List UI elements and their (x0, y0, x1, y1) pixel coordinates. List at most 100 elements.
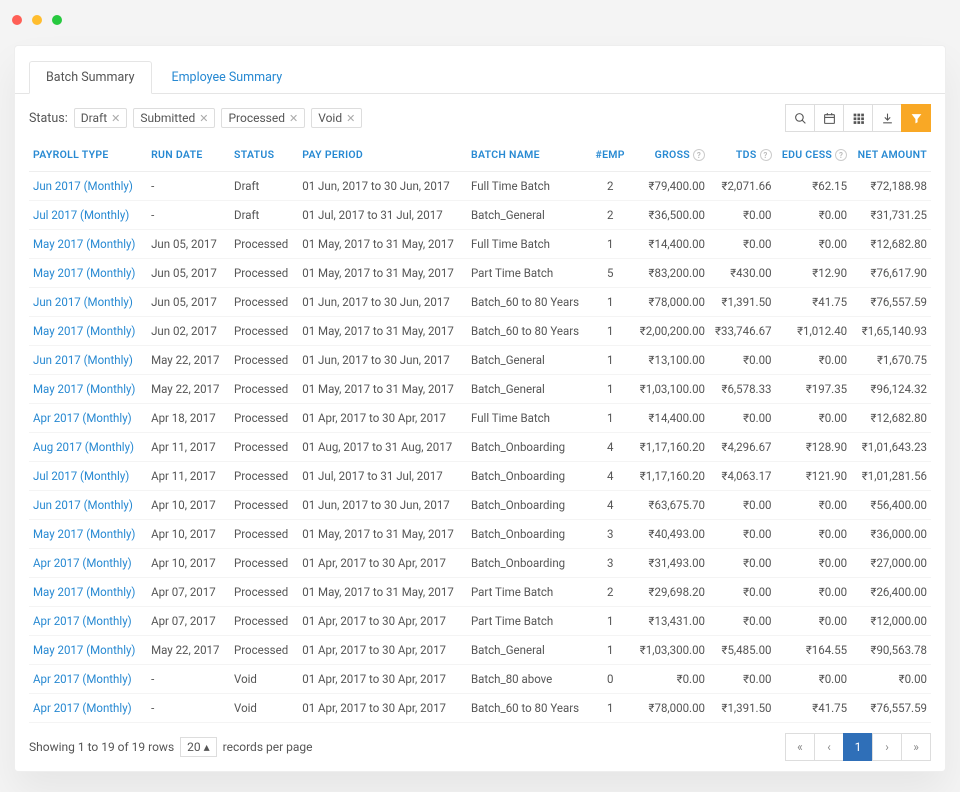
cell-status: Processed (230, 230, 298, 259)
col-batch-name[interactable]: BATCH NAME (467, 138, 591, 172)
help-icon[interactable]: ? (835, 149, 847, 161)
tab-employee-summary[interactable]: Employee Summary (155, 62, 298, 93)
pager-prev[interactable]: ‹ (814, 733, 844, 761)
close-dot[interactable] (12, 15, 22, 25)
cell-gross: ₹14,400.00 (633, 230, 709, 259)
cell-batch-name: Batch_60 to 80 Years (467, 288, 591, 317)
remove-icon[interactable]: ✕ (346, 112, 355, 125)
pager-page-1[interactable]: 1 (843, 733, 873, 761)
payroll-type-link[interactable]: May 2017 (Monthly) (33, 324, 135, 338)
payroll-type-link[interactable]: Apr 2017 (Monthly) (33, 672, 132, 686)
minimize-dot[interactable] (32, 15, 42, 25)
payroll-type-link[interactable]: May 2017 (Monthly) (33, 527, 135, 541)
cell-emp: 4 (591, 462, 634, 491)
cell-run-date: May 22, 2017 (147, 636, 230, 665)
cell-tds: ₹0.00 (709, 346, 776, 375)
export-button[interactable] (872, 104, 902, 132)
pager-last[interactable]: » (901, 733, 931, 761)
payroll-type-link[interactable]: May 2017 (Monthly) (33, 266, 135, 280)
cell-edu-cess: ₹121.90 (776, 462, 852, 491)
payroll-type-link[interactable]: May 2017 (Monthly) (33, 643, 135, 657)
tabs: Batch Summary Employee Summary (15, 46, 945, 94)
cell-edu-cess: ₹0.00 (776, 607, 852, 636)
calendar-icon (823, 112, 836, 125)
status-chip-processed[interactable]: Processed✕ (221, 108, 305, 128)
cell-run-date: Jun 05, 2017 (147, 230, 230, 259)
payroll-type-link[interactable]: Apr 2017 (Monthly) (33, 556, 132, 570)
pager-next[interactable]: › (872, 733, 902, 761)
maximize-dot[interactable] (52, 15, 62, 25)
cell-batch-name: Part Time Batch (467, 607, 591, 636)
payroll-type-link[interactable]: May 2017 (Monthly) (33, 382, 135, 396)
payroll-type-link[interactable]: Apr 2017 (Monthly) (33, 701, 132, 715)
cell-run-date: - (147, 201, 230, 230)
payroll-type-link[interactable]: Aug 2017 (Monthly) (33, 440, 134, 454)
col-tds[interactable]: TDS? (709, 138, 776, 172)
table-row: Jun 2017 (Monthly)Apr 10, 2017Processed0… (29, 491, 931, 520)
col-status[interactable]: STATUS (230, 138, 298, 172)
filter-icon (910, 112, 923, 125)
payroll-type-link[interactable]: Jun 2017 (Monthly) (33, 353, 133, 367)
calendar-button[interactable] (814, 104, 844, 132)
table-row: Apr 2017 (Monthly)Apr 18, 2017Processed0… (29, 404, 931, 433)
payroll-type-link[interactable]: Jul 2017 (Monthly) (33, 469, 129, 483)
page-size-select[interactable]: 20 ▴ (180, 737, 217, 757)
cell-emp: 2 (591, 201, 634, 230)
payroll-type-link[interactable]: Apr 2017 (Monthly) (33, 614, 132, 628)
payroll-type-link[interactable]: Jun 2017 (Monthly) (33, 498, 133, 512)
cell-status: Processed (230, 375, 298, 404)
help-icon[interactable]: ? (693, 149, 705, 161)
tab-batch-summary[interactable]: Batch Summary (29, 61, 152, 94)
cell-emp: 2 (591, 578, 634, 607)
cell-edu-cess: ₹41.75 (776, 288, 852, 317)
table-row: May 2017 (Monthly)Jun 02, 2017Processed0… (29, 317, 931, 346)
payroll-type-link[interactable]: May 2017 (Monthly) (33, 585, 135, 599)
payroll-type-link[interactable]: Jun 2017 (Monthly) (33, 179, 133, 193)
status-chip-void[interactable]: Void✕ (311, 108, 362, 128)
col-net-amount[interactable]: NET AMOUNT (851, 138, 931, 172)
remove-icon[interactable]: ✕ (289, 112, 298, 125)
payroll-type-link[interactable]: Jul 2017 (Monthly) (33, 208, 129, 222)
filter-button[interactable] (901, 104, 931, 132)
search-button[interactable] (785, 104, 815, 132)
cell-payroll-type: May 2017 (Monthly) (29, 317, 147, 346)
cell-status: Processed (230, 346, 298, 375)
cell-net: ₹31,731.25 (851, 201, 931, 230)
cell-net: ₹12,000.00 (851, 607, 931, 636)
payroll-type-link[interactable]: Apr 2017 (Monthly) (33, 411, 132, 425)
cell-emp: 3 (591, 520, 634, 549)
col-payroll-type[interactable]: PAYROLL TYPE (29, 138, 147, 172)
cell-run-date: May 22, 2017 (147, 346, 230, 375)
columns-button[interactable] (843, 104, 873, 132)
table-row: May 2017 (Monthly)Apr 07, 2017Processed0… (29, 578, 931, 607)
cell-gross: ₹1,17,160.20 (633, 462, 709, 491)
col-run-date[interactable]: RUN DATE (147, 138, 230, 172)
cell-tds: ₹0.00 (709, 491, 776, 520)
remove-icon[interactable]: ✕ (199, 112, 208, 125)
pager-first[interactable]: « (785, 733, 815, 761)
cell-run-date: Jun 05, 2017 (147, 288, 230, 317)
cell-status: Processed (230, 549, 298, 578)
status-chip-submitted[interactable]: Submitted✕ (133, 108, 215, 128)
cell-net: ₹1,670.75 (851, 346, 931, 375)
col-emp[interactable]: #EMP (591, 138, 634, 172)
cell-net: ₹1,65,140.93 (851, 317, 931, 346)
cell-emp: 4 (591, 433, 634, 462)
cell-batch-name: Batch_60 to 80 Years (467, 694, 591, 723)
col-gross[interactable]: GROSS? (633, 138, 709, 172)
cell-edu-cess: ₹0.00 (776, 549, 852, 578)
cell-status: Draft (230, 201, 298, 230)
cell-status: Processed (230, 433, 298, 462)
cell-status: Draft (230, 172, 298, 201)
status-chip-draft[interactable]: Draft✕ (74, 108, 128, 128)
payroll-type-link[interactable]: Jun 2017 (Monthly) (33, 295, 133, 309)
cell-pay-period: 01 Jul, 2017 to 31 Jul, 2017 (298, 201, 467, 230)
cell-net: ₹90,563.78 (851, 636, 931, 665)
payroll-type-link[interactable]: May 2017 (Monthly) (33, 237, 135, 251)
col-pay-period[interactable]: PAY PERIOD (298, 138, 467, 172)
remove-icon[interactable]: ✕ (111, 112, 120, 125)
cell-run-date: - (147, 694, 230, 723)
cell-status: Processed (230, 636, 298, 665)
help-icon[interactable]: ? (760, 149, 772, 161)
col-edu-cess[interactable]: EDU CESS? (776, 138, 852, 172)
